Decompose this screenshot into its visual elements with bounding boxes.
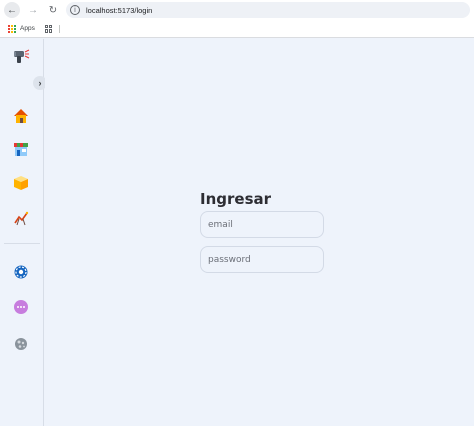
barcode-scanner-icon[interactable] [12, 47, 30, 65]
main-content: Ingresar [45, 39, 474, 426]
more-icon[interactable] [12, 298, 30, 316]
forward-icon[interactable]: → [26, 3, 40, 17]
sidebar: › [0, 39, 47, 426]
address-bar[interactable]: i localhost:5173/login [66, 2, 470, 18]
globe-icon[interactable] [12, 335, 30, 353]
back-icon[interactable]: ← [4, 2, 20, 18]
gear-icon[interactable] [12, 263, 30, 281]
apps-grid-icon[interactable] [8, 24, 16, 33]
bookmarks-bar: Apps [0, 20, 474, 38]
tab-groups-icon[interactable] [44, 24, 53, 33]
url-text[interactable]: localhost:5173/login [86, 6, 152, 15]
box-icon[interactable] [12, 174, 30, 192]
sidebar-divider [4, 243, 40, 244]
password-field[interactable] [200, 246, 324, 273]
browser-toolbar: ← → ↻ i localhost:5173/login [0, 0, 474, 20]
bookmarks-divider [58, 24, 60, 33]
house-icon[interactable] [12, 107, 30, 125]
store-icon[interactable] [12, 140, 30, 158]
apps-bookmark[interactable]: Apps [20, 25, 35, 32]
login-title: Ingresar [200, 190, 272, 208]
site-info-icon[interactable]: i [70, 5, 80, 15]
email-field[interactable] [200, 211, 324, 238]
reload-icon[interactable]: ↻ [46, 3, 60, 17]
chart-icon[interactable] [12, 209, 30, 227]
